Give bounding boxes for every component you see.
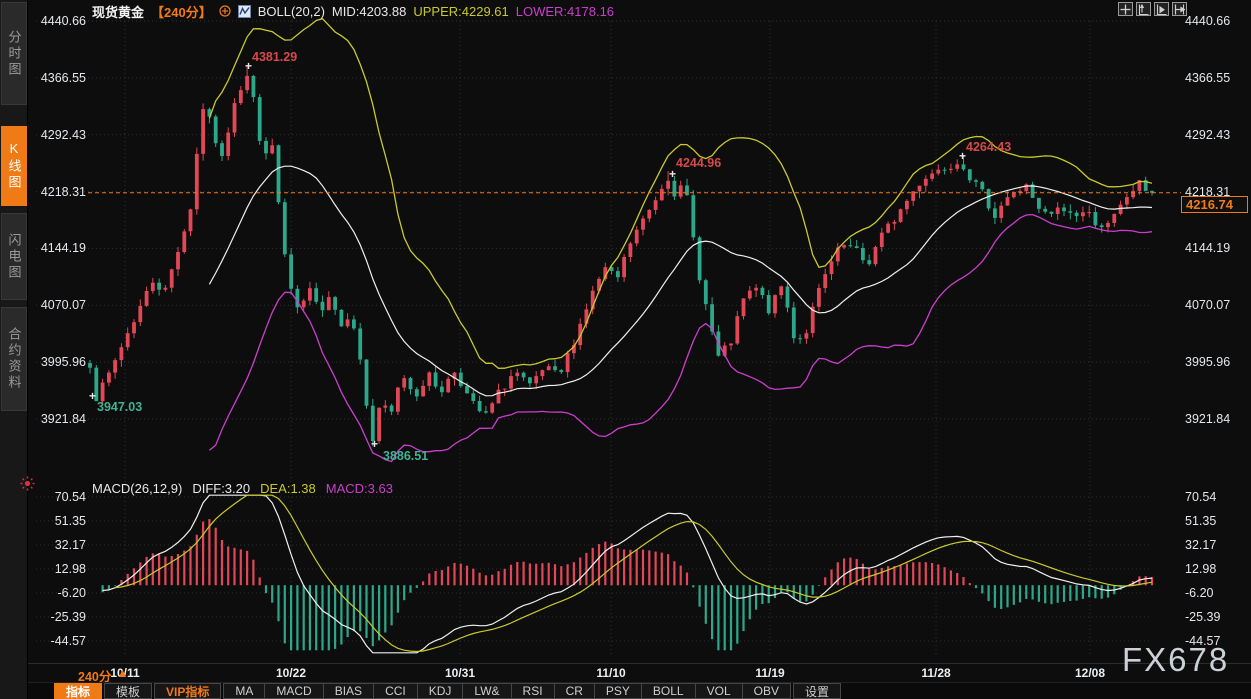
macd-axis-label-left: -44.57 xyxy=(30,634,86,648)
toolbar-button-vol[interactable]: VOL xyxy=(695,683,743,699)
macd-axis-label-left: 70.54 xyxy=(30,490,86,504)
indicator-toolbar: 指标 模板 VIP指标 MA MACD BIAS CCI KDJ LW& RSI… xyxy=(28,682,1251,699)
extreme-cross-marker: + xyxy=(371,440,378,448)
interval-label: 【240分】 xyxy=(151,2,212,21)
y-axis-label-left: 3995.96 xyxy=(30,355,86,369)
toolbar-button-bias[interactable]: BIAS xyxy=(323,683,374,699)
y-axis-label-right: 4292.43 xyxy=(1185,128,1245,142)
extreme-cross-marker: + xyxy=(669,170,676,178)
chart-canvas[interactable] xyxy=(28,0,1251,699)
y-axis-label-left: 4218.31 xyxy=(30,185,86,199)
circled-plus-icon[interactable] xyxy=(219,5,231,17)
macd-axis-label-left: -6.20 xyxy=(30,586,86,600)
y-axis-label-right: 4440.66 xyxy=(1185,14,1245,28)
last-price-badge: 4216.74 xyxy=(1181,196,1248,213)
macd-axis-label-right: 70.54 xyxy=(1185,490,1245,504)
boll-mid-value: MID:4203.88 xyxy=(332,4,406,19)
macd-axis-label-left: 12.98 xyxy=(30,562,86,576)
macd-axis-label-right: 51.35 xyxy=(1185,514,1245,528)
macd-axis-label-left: -25.39 xyxy=(30,610,86,624)
macd-params: MACD(26,12,9) xyxy=(92,481,182,496)
toolbar-button-indicators[interactable]: 指标 xyxy=(54,683,102,699)
extreme-cross-marker: + xyxy=(245,62,252,70)
macd-axis-label-left: 32.17 xyxy=(30,538,86,552)
toolbar-button-kdj[interactable]: KDJ xyxy=(417,683,464,699)
toolbar-button-vip-indicators[interactable]: VIP指标 xyxy=(154,683,221,699)
y-axis-label-right: 4070.07 xyxy=(1185,298,1245,312)
chart-header: 现货黄金 【240分】 BOLL(20,2) MID:4203.88 UPPER… xyxy=(92,3,614,19)
toolbar-button-rsi[interactable]: RSI xyxy=(511,683,555,699)
price-extreme-label: 3947.03 xyxy=(97,400,142,414)
y-axis-label-left: 4144.19 xyxy=(30,241,86,255)
boll-lower-value: LOWER:4178.16 xyxy=(516,4,614,19)
pane-controls xyxy=(1118,2,1187,16)
macd-axis-label-right: -25.39 xyxy=(1185,610,1245,624)
macd-axis-label-right: -6.20 xyxy=(1185,586,1245,600)
price-extreme-label: 3886.51 xyxy=(383,449,428,463)
toolbar-button-psy[interactable]: PSY xyxy=(594,683,642,699)
sidebar-tab-contract-info[interactable]: 合约资料 xyxy=(1,307,27,411)
axis-zoom-up-icon[interactable] xyxy=(1136,2,1151,16)
toolbar-button-templates[interactable]: 模板 xyxy=(104,683,152,699)
price-extreme-label: 4244.96 xyxy=(676,156,721,170)
extreme-cross-marker: + xyxy=(89,392,96,400)
instrument-name: 现货黄金 xyxy=(92,2,144,21)
move-crosshair-icon[interactable] xyxy=(1118,2,1133,16)
y-axis-label-right: 4366.55 xyxy=(1185,71,1245,85)
macd-axis-label-right: 32.17 xyxy=(1185,538,1245,552)
toolbar-button-lw[interactable]: LW& xyxy=(462,683,511,699)
sidebar-tab-timeline-chart[interactable]: 分时图 xyxy=(1,2,27,105)
fx678-watermark: FX678 xyxy=(1122,641,1229,679)
boll-upper-value: UPPER:4229.61 xyxy=(413,4,508,19)
extreme-cross-marker: + xyxy=(959,152,966,160)
toolbar-button-cr[interactable]: CR xyxy=(554,683,595,699)
toolbar-button-macd[interactable]: MACD xyxy=(264,683,323,699)
toolbar-button-ma[interactable]: MA xyxy=(223,683,265,699)
axis-play-icon[interactable] xyxy=(1154,2,1169,16)
y-axis-label-left: 3921.84 xyxy=(30,412,86,426)
x-axis-row xyxy=(28,663,1251,682)
macd-dea-value: DEA:1.38 xyxy=(260,481,316,496)
macd-header: MACD(26,12,9) DIFF:3.20 DEA:1.38 MACD:3.… xyxy=(92,481,393,496)
toolbar-button-cci[interactable]: CCI xyxy=(373,683,418,699)
macd-axis-label-right: 12.98 xyxy=(1185,562,1245,576)
boll-params: BOLL(20,2) xyxy=(258,4,325,19)
y-axis-label-right: 3995.96 xyxy=(1185,355,1245,369)
macd-macd-value: MACD:3.63 xyxy=(326,481,393,496)
toolbar-button-settings[interactable]: 设置 xyxy=(793,683,841,699)
mini-chart-icon xyxy=(238,5,251,18)
toolbar-button-boll[interactable]: BOLL xyxy=(641,683,696,699)
chart-type-sidebar: 分时图 K线图 闪电图 合约资料 xyxy=(0,0,28,699)
y-axis-label-left: 4292.43 xyxy=(30,128,86,142)
price-extreme-label: 4264.43 xyxy=(966,140,1011,154)
macd-diff-value: DIFF:3.20 xyxy=(192,481,250,496)
sidebar-tab-candlestick-chart[interactable]: K线图 xyxy=(1,126,27,206)
trading-app-window: 分时图 K线图 闪电图 合约资料 现货黄金 【240分】 BOLL(20,2) … xyxy=(0,0,1251,699)
price-extreme-label: 4381.29 xyxy=(252,50,297,64)
macd-axis-label-left: 51.35 xyxy=(30,514,86,528)
sidebar-tab-lightning-chart[interactable]: 闪电图 xyxy=(1,213,27,300)
y-axis-label-right: 3921.84 xyxy=(1185,412,1245,426)
y-axis-label-left: 4070.07 xyxy=(30,298,86,312)
y-axis-label-right: 4144.19 xyxy=(1185,241,1245,255)
y-axis-label-left: 4366.55 xyxy=(30,71,86,85)
toolbar-button-obv[interactable]: OBV xyxy=(742,683,791,699)
y-axis-label-left: 4440.66 xyxy=(30,14,86,28)
